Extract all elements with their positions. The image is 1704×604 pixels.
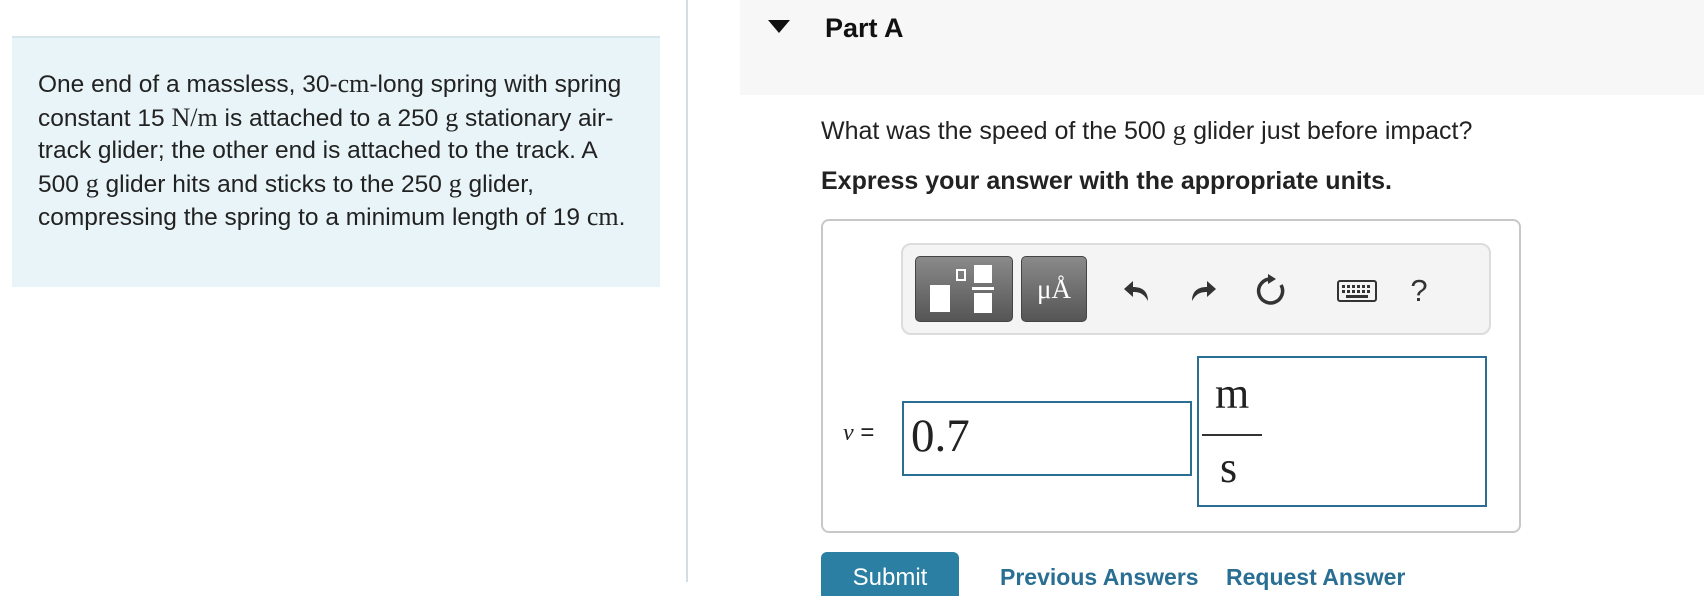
problem-unit: N/m <box>171 102 218 132</box>
help-button[interactable]: ? <box>1397 269 1441 313</box>
redo-icon[interactable] <box>1181 269 1225 313</box>
math-toolbar: μÅ ? <box>901 243 1491 335</box>
keyboard-icon[interactable] <box>1335 269 1379 313</box>
problem-text: glider hits and sticks to the 250 <box>98 170 449 198</box>
part-title: Part A <box>825 13 904 43</box>
templates-icon <box>930 285 950 312</box>
question-text-part: What was the speed of the 500 <box>821 117 1173 145</box>
panel-divider <box>686 0 688 582</box>
units-button[interactable]: μÅ <box>1021 256 1087 322</box>
templates-icon-denominator <box>974 293 992 313</box>
value-input[interactable]: 0.7 <box>902 401 1192 476</box>
problem-statement-box: One end of a massless, 30-cm-long spring… <box>12 36 660 287</box>
part-header[interactable]: Part A <box>740 0 1704 95</box>
question-text-part: glider just before impact? <box>1186 117 1473 145</box>
submit-button[interactable]: Submit <box>821 552 959 596</box>
undo-icon[interactable] <box>1115 269 1159 313</box>
units-input[interactable]: m s <box>1197 356 1487 507</box>
answer-box: μÅ ? v = 0.7 m s <box>821 219 1521 533</box>
unit-fraction-bar <box>1202 434 1262 436</box>
templates-icon-numerator <box>974 265 992 283</box>
answer-instruction: Express your answer with the appropriate… <box>821 167 1392 195</box>
answer-variable-label: v = <box>843 419 874 447</box>
problem-unit: g <box>448 168 462 198</box>
collapse-caret-icon[interactable] <box>768 20 790 33</box>
problem-unit: g <box>445 102 459 132</box>
question-unit: g <box>1172 115 1187 145</box>
problem-panel: One end of a massless, 30-cm-long spring… <box>0 0 686 582</box>
problem-text: is attached to a 250 <box>217 104 446 132</box>
question-text: What was the speed of the 500 g glider j… <box>821 115 1472 146</box>
templates-button[interactable] <box>915 256 1013 322</box>
answer-variable: v <box>843 420 854 446</box>
problem-unit: cm <box>337 69 370 98</box>
problem-text: One end of a massless, 30- <box>38 71 338 98</box>
problem-unit: g <box>85 168 99 198</box>
problem-text: . <box>618 204 626 232</box>
equals-sign: = <box>860 419 875 446</box>
templates-icon-fraction-bar <box>972 287 994 290</box>
unit-denominator[interactable]: s <box>1220 442 1237 493</box>
previous-answers-link[interactable]: Previous Answers <box>1000 564 1199 591</box>
templates-icon-box <box>956 269 966 281</box>
request-answer-link[interactable]: Request Answer <box>1226 564 1405 591</box>
problem-statement: One end of a massless, 30-cm-long spring… <box>38 68 634 235</box>
reset-icon[interactable] <box>1249 269 1293 313</box>
unit-numerator[interactable]: m <box>1215 368 1249 419</box>
problem-unit: cm <box>586 202 619 232</box>
